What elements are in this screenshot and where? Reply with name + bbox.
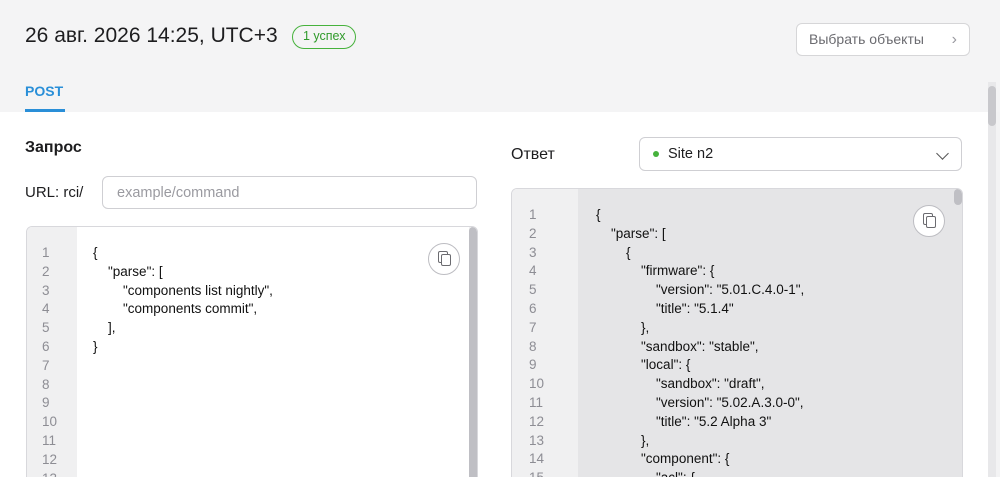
request-copy-button[interactable] [428, 243, 460, 275]
response-line-numbers: 123456789101112131415 [529, 206, 544, 477]
line-number: 15 [529, 469, 544, 477]
request-line-numbers: 12345678910111213 [42, 244, 57, 477]
response-title: Ответ [511, 146, 555, 163]
site-select-value: Site n2 [668, 146, 714, 162]
request-code[interactable]: { "parse": [ "components list nightly", … [93, 244, 273, 357]
line-number: 6 [529, 300, 537, 316]
line-number: 5 [529, 282, 537, 298]
line-number: 3 [529, 244, 537, 260]
page-scrollbar-thumb[interactable] [988, 86, 996, 126]
line-number: 1 [529, 207, 537, 222]
line-number: 11 [529, 394, 544, 410]
line-number: 2 [42, 263, 50, 279]
page-title: 26 авг. 2026 14:25, UTC+3 [25, 24, 278, 47]
line-number: 8 [529, 338, 537, 354]
request-editor-scroll-thumb[interactable] [469, 227, 477, 477]
request-editor[interactable]: 12345678910111213 { "parse": [ "componen… [26, 226, 478, 477]
page-scrollbar[interactable] [988, 82, 996, 477]
line-number: 2 [529, 225, 537, 241]
line-number: 8 [42, 376, 50, 392]
url-input[interactable] [102, 176, 477, 209]
line-number: 10 [42, 414, 58, 430]
line-number: 1 [42, 245, 50, 260]
line-number: 12 [529, 413, 545, 429]
line-number: 10 [529, 376, 545, 392]
line-number: 4 [529, 263, 537, 279]
line-number: 11 [42, 432, 57, 448]
url-label: URL: rci/ [25, 184, 84, 201]
response-code[interactable]: { "parse": [ { "firmware": { "version": … [596, 206, 804, 477]
line-number: 9 [529, 357, 537, 373]
line-number: 13 [529, 432, 545, 448]
line-number: 6 [42, 338, 50, 354]
header [0, 0, 1000, 112]
site-select[interactable]: Site n2 [639, 137, 962, 171]
tab-post[interactable]: POST [25, 83, 63, 99]
request-title: Запрос [25, 139, 82, 156]
response-editor-scroll-thumb[interactable] [954, 189, 962, 205]
select-objects-label: Выбрать объекты [809, 31, 924, 47]
chevron-down-icon [936, 147, 949, 160]
line-number: 5 [42, 320, 50, 336]
response-gutter [512, 189, 578, 477]
chevron-right-icon: › [951, 31, 957, 48]
line-number: 4 [42, 301, 50, 317]
line-number: 9 [42, 395, 50, 411]
line-number: 13 [42, 470, 57, 477]
line-number: 12 [42, 451, 58, 467]
site-status-dot [653, 151, 659, 157]
status-badge: 1 успех [292, 25, 357, 49]
response-copy-button[interactable] [913, 205, 945, 237]
response-editor[interactable]: 123456789101112131415 { "parse": [ { "fi… [511, 188, 963, 477]
response-editor-scrollbar[interactable] [954, 189, 962, 477]
line-number: 7 [42, 357, 50, 373]
select-objects-button[interactable]: Выбрать объекты › [796, 23, 970, 56]
line-number: 14 [529, 451, 545, 467]
line-number: 3 [42, 282, 50, 298]
line-number: 7 [529, 319, 537, 335]
